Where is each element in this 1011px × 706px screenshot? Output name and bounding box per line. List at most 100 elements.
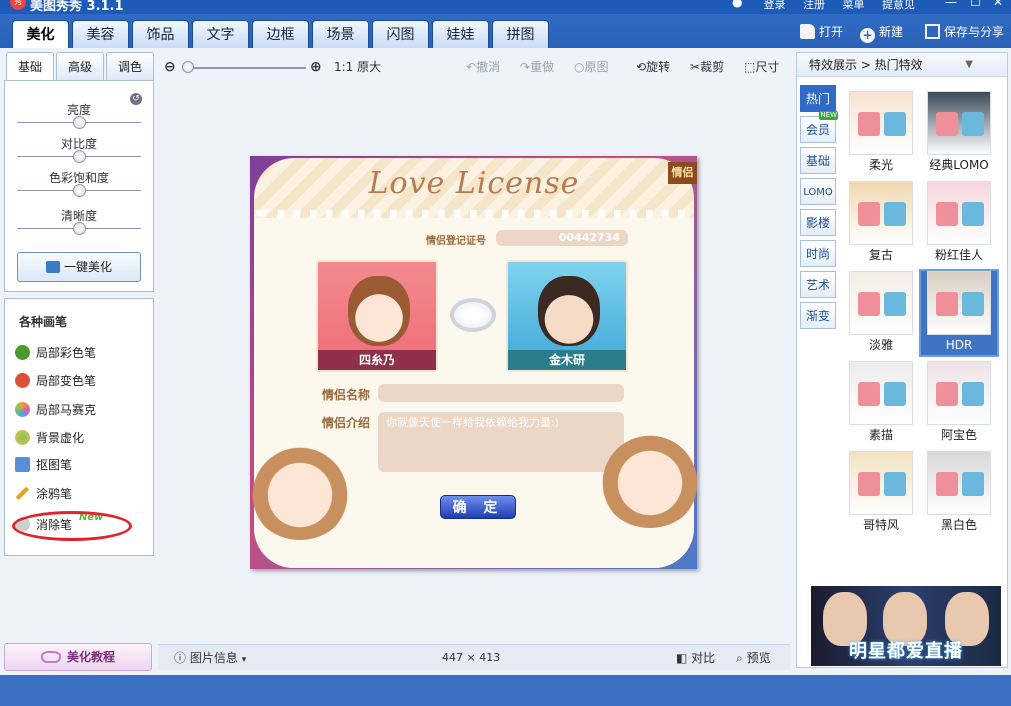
close-icon[interactable]: ✕ (993, 0, 1003, 9)
one-click-beautify-button[interactable]: 一键美化 (17, 252, 141, 282)
open-button[interactable]: 打开 (800, 24, 843, 40)
original-icon: ○ (574, 60, 585, 74)
subtab-color[interactable]: 调色 (106, 52, 154, 80)
tab-beauty[interactable]: 美容 (72, 20, 129, 48)
recolor-brush-item[interactable]: 局部变色笔 (15, 371, 145, 391)
original-button[interactable]: ○原图 (574, 59, 609, 75)
workspace: 基础 高级 调色 ↺ 亮度 对比度 色彩饱和度 清晰度 一键美化 各种画笔 局部… (0, 48, 1011, 675)
highlight-ring (12, 511, 132, 541)
rotate-button[interactable]: ⟲旋转 (636, 59, 670, 75)
tab-beautify[interactable]: 美化 (12, 20, 69, 49)
effects-panel: 特效展示 > 热门特效 ▼ 热门 会员 NEW 基础 LOMO 影楼 时尚 艺术 … (796, 52, 1008, 668)
thumb-face-right (962, 472, 984, 496)
effect-item[interactable]: HDR (919, 269, 999, 357)
effect-thumbnail (927, 361, 991, 425)
edited-photo[interactable]: Love License 情侣登记证号 00442734 四糸乃 金木研 情侣名… (250, 156, 697, 569)
login-link[interactable]: 登录 (764, 0, 786, 11)
main-tab-bar: 美化 美容 饰品 文字 边框 场景 闪图 娃娃 拼图 打开 + 新建 保存与分享 (0, 14, 1011, 49)
register-link[interactable]: 注册 (803, 0, 825, 11)
category-gradient[interactable]: 渐变 (800, 302, 836, 329)
tab-flash[interactable]: 闪图 (372, 20, 429, 48)
effect-item[interactable]: 黑白色 (921, 451, 997, 535)
tutorial-button[interactable]: 美化教程 (4, 643, 152, 671)
thumb-face-left (858, 292, 880, 316)
effect-item[interactable]: 柔光 (843, 91, 919, 175)
canvas-area: Love License 情侣登记证号 00442734 四糸乃 金木研 情侣名… (158, 82, 790, 642)
thumb-face-left (936, 472, 958, 496)
compare-button[interactable]: ◧ 对比 (676, 650, 715, 666)
zoom-out-icon[interactable]: ⊖ (164, 59, 176, 75)
maximize-icon[interactable]: ☐ (970, 0, 981, 9)
couple-intro-label: 情侣介绍 (322, 416, 371, 430)
effect-thumbnail (849, 181, 913, 245)
minimize-icon[interactable]: — (945, 0, 957, 9)
sharpness-slider[interactable] (17, 222, 141, 235)
thumb-face-right (962, 112, 984, 136)
feedback-link[interactable]: 提意见 (882, 0, 915, 11)
tab-doll[interactable]: 娃娃 (432, 20, 489, 48)
color-brush-item[interactable]: 局部彩色笔 (15, 343, 145, 363)
effect-item[interactable]: 哥特风 (843, 451, 919, 535)
sharpness-knob[interactable] (72, 222, 86, 235)
tab-text[interactable]: 文字 (192, 20, 249, 48)
actual-size-button[interactable]: 1:1 原大 (334, 59, 381, 75)
effect-item[interactable]: 阿宝色 (921, 361, 997, 445)
chevron-down-icon[interactable]: ▼ (965, 53, 973, 77)
redo-button[interactable]: ↷重做 (520, 59, 554, 75)
category-lomo[interactable]: LOMO (800, 178, 836, 205)
effect-item[interactable]: 经典LOMO (921, 91, 997, 175)
chevron-down-icon: ▾ (241, 655, 247, 665)
brightness-knob[interactable] (72, 116, 86, 129)
resize-button[interactable]: ⬚尺寸 (744, 59, 779, 75)
left-name: 四糸乃 (318, 350, 436, 370)
skin-icon[interactable]: ● (732, 0, 742, 9)
tab-collage[interactable]: 拼图 (492, 20, 549, 48)
effects-header[interactable]: 特效展示 > 热门特效 ▼ (797, 53, 1007, 77)
effect-item[interactable]: 淡雅 (843, 271, 919, 355)
undo-button[interactable]: ↶撤消 (466, 59, 500, 75)
contrast-slider[interactable] (17, 150, 141, 163)
effect-item[interactable]: 素描 (843, 361, 919, 445)
category-member[interactable]: 会员 NEW (800, 111, 838, 143)
zoom-knob[interactable] (182, 61, 194, 73)
basic-adjust-panel: ↺ 亮度 对比度 色彩饱和度 清晰度 一键美化 (4, 80, 154, 292)
background-blur-item[interactable]: 背景虚化 (15, 428, 145, 448)
image-info-button[interactable]: ⓘ 图片信息 ▾ (174, 650, 246, 668)
tab-scene[interactable]: 场景 (312, 20, 369, 48)
tab-frame[interactable]: 边框 (252, 20, 309, 48)
effect-thumbnail (927, 451, 991, 515)
category-fashion[interactable]: 时尚 (800, 240, 836, 267)
info-icon: ⓘ (174, 651, 187, 665)
category-art[interactable]: 艺术 (800, 271, 836, 298)
folder-icon (800, 24, 815, 39)
app-title: 美图秀秀 3.1.1 (30, 0, 124, 14)
doodle-brush-item[interactable]: 涂鸦笔 (15, 484, 145, 504)
mosaic-brush-item[interactable]: 局部马赛克 (15, 400, 145, 420)
save-share-button[interactable]: 保存与分享 (925, 24, 1004, 40)
effect-item[interactable]: 粉红佳人 (921, 181, 997, 265)
subtab-advanced[interactable]: 高级 (56, 52, 104, 80)
recolor-hand-icon (15, 373, 30, 388)
zoom-in-icon[interactable]: ⊕ (310, 59, 322, 75)
thumb-face-right (884, 112, 906, 136)
brightness-slider[interactable] (17, 116, 141, 129)
rotate-icon: ⟲ (636, 60, 647, 74)
effect-item[interactable]: 复古 (843, 181, 919, 265)
saturation-knob[interactable] (72, 184, 86, 197)
cutout-brush-item[interactable]: 抠图笔 (15, 455, 145, 475)
category-hot[interactable]: 热门 (800, 85, 836, 112)
category-basic[interactable]: 基础 (800, 147, 836, 174)
app-logo-icon: 秀 (10, 0, 26, 10)
crop-button[interactable]: ✂裁剪 (690, 59, 724, 75)
contrast-knob[interactable] (72, 150, 86, 163)
category-studio[interactable]: 影楼 (800, 209, 836, 236)
subtab-basic[interactable]: 基础 (6, 52, 54, 81)
ad-banner[interactable]: 明星都爱直播 (811, 586, 1001, 666)
new-button[interactable]: + 新建 (860, 24, 903, 43)
menu-link[interactable]: 菜单 (843, 0, 865, 11)
effect-label: 粉红佳人 (934, 248, 983, 262)
tab-accessories[interactable]: 饰品 (132, 20, 189, 48)
saturation-slider[interactable] (17, 184, 141, 197)
preview-button[interactable]: ⌕ 预览 (736, 650, 771, 666)
zoom-slider[interactable] (182, 61, 306, 73)
